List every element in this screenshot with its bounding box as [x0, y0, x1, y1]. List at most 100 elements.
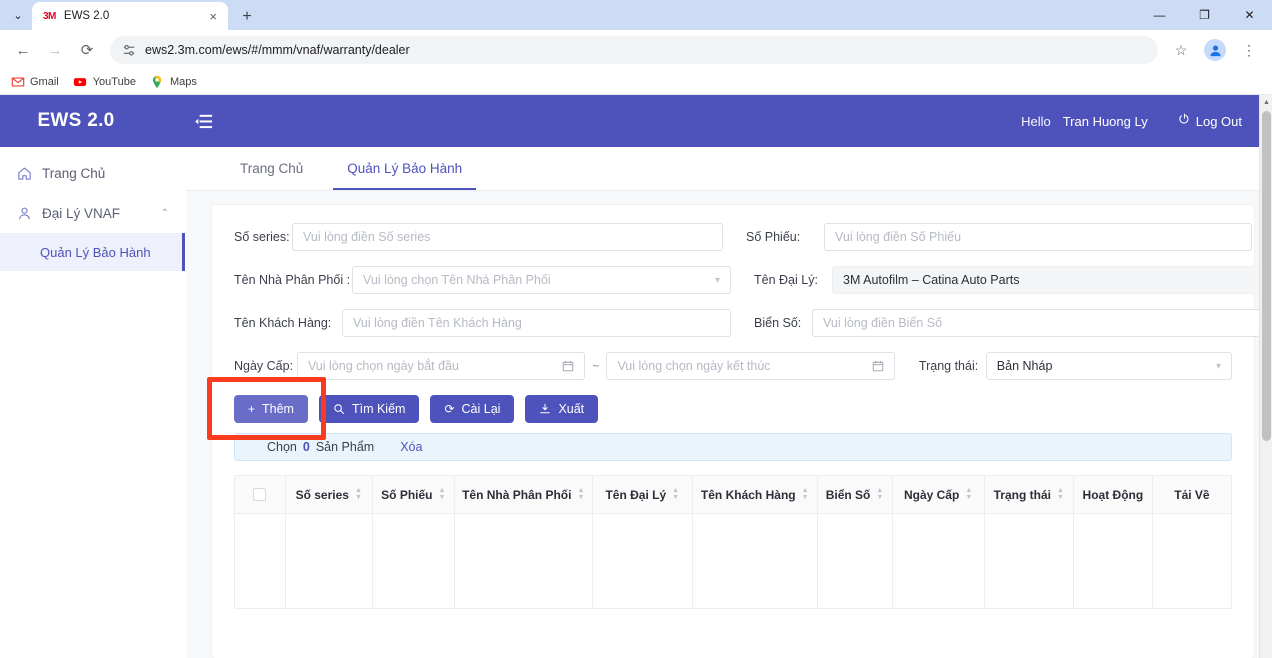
th-nha-phan-phoi[interactable]: Tên Nhà Phân Phối ▲ ▼ [453, 475, 593, 514]
empty-cell [1072, 513, 1153, 609]
sort-icon[interactable]: ▲ ▼ [577, 487, 584, 501]
th-khach-hang[interactable]: Tên Khách Hàng ▲ ▼ [691, 475, 818, 514]
khach-hang-input[interactable]: Vui lòng điền Tên Khách Hàng [342, 309, 731, 337]
minimize-icon[interactable]: — [1137, 0, 1182, 30]
logout-button[interactable]: Log Out [1178, 113, 1242, 129]
export-button[interactable]: Xuất [525, 395, 599, 423]
field-label: Tên Đại Lý: [754, 273, 818, 287]
search-panel: Số series: Vui lòng điền Số series Số Ph… [207, 205, 1260, 658]
tab-search-icon[interactable]: ⌄ [4, 0, 32, 30]
column-label: Hoạt Động [1082, 487, 1144, 502]
placeholder: Vui lòng điền Số series [303, 230, 431, 244]
field-label: Số Phiếu: [746, 230, 801, 244]
table-body [234, 513, 1233, 609]
scroll-up-icon[interactable]: ▲ [1260, 95, 1272, 109]
column-label: Ngày Cấp [903, 487, 960, 502]
nha-phan-phoi-select[interactable]: Vui lòng chọn Tên Nhà Phân Phối ▾ [352, 266, 731, 294]
search-button[interactable]: Tìm Kiếm [318, 395, 420, 423]
sidebar-item-trang-chu[interactable]: Trang Chủ [0, 153, 185, 193]
empty-cell [234, 513, 286, 609]
th-so-series[interactable]: Số series ▲ ▼ [284, 475, 373, 514]
reload-icon[interactable]: ⟳ [72, 35, 102, 65]
sidebar-item-dai-ly-vnaf[interactable]: Đại Lý VNAF ⌃ [0, 193, 185, 233]
ngay-cap-end-input[interactable]: Vui lòng chọn ngày kết thúc [606, 352, 895, 380]
new-tab-icon[interactable]: + [234, 4, 260, 30]
sidebar-collapse-icon[interactable] [186, 104, 220, 138]
window-controls: — ❐ ✕ [1137, 0, 1272, 30]
tab-favicon-3m: 3M [43, 10, 56, 22]
th-select-all[interactable] [234, 475, 286, 514]
back-icon[interactable]: ← [8, 35, 38, 65]
sort-icon[interactable]: ▲ ▼ [1057, 487, 1064, 501]
reset-button[interactable]: ⟳ Cài Lại [430, 395, 515, 423]
chevron-down-icon: ▾ [1215, 360, 1221, 372]
add-button[interactable]: + Thêm [234, 395, 308, 423]
dai-ly-text: 3M Autofilm – Catina Auto Parts [843, 273, 1020, 287]
field-khach-hang: Tên Khách Hàng: Vui lòng điền Tên Khách … [234, 309, 731, 337]
bookmark-label: YouTube [92, 76, 136, 88]
address-bar[interactable]: ews2.3m.com/ews/#/mmm/vnaf/warranty/deal… [110, 36, 1158, 64]
site-settings-icon[interactable] [122, 43, 137, 58]
chevron-down-icon: ▾ [714, 274, 720, 286]
bookmark-gmail[interactable]: Gmail [10, 75, 59, 90]
delete-selection-link[interactable]: Xóa [400, 440, 422, 454]
forward-icon[interactable]: → [40, 35, 70, 65]
th-trang-thai[interactable]: Trạng thái ▲ ▼ [983, 475, 1074, 514]
sort-icon[interactable]: ▲ ▼ [802, 487, 809, 501]
sidebar: Trang Chủ Đại Lý VNAF ⌃ Quản Lý Bảo Hành [0, 147, 186, 658]
profile-avatar[interactable] [1204, 39, 1226, 61]
th-bien-so[interactable]: Biển Số ▲ ▼ [816, 475, 893, 514]
youtube-icon [73, 75, 88, 90]
page-scrollbar[interactable]: ▲ [1259, 95, 1272, 658]
web-page: EWS 2.0 Hello Tran Huong Ly Log Out Tran… [0, 95, 1272, 658]
bookmark-youtube[interactable]: YouTube [73, 75, 136, 90]
close-icon[interactable]: × [206, 10, 220, 23]
calendar-icon[interactable] [864, 360, 884, 372]
placeholder: Vui lòng chọn Tên Nhà Phân Phối [363, 273, 551, 287]
so-series-input[interactable]: Vui lòng điền Số series [292, 223, 723, 251]
th-ngay-cap[interactable]: Ngày Cấp ▲ ▼ [891, 475, 985, 514]
browser-tab[interactable]: 3M EWS 2.0 × [32, 2, 228, 30]
app-logo[interactable]: EWS 2.0 [0, 110, 186, 132]
column-label: Biển Số [825, 487, 871, 502]
window-close-icon[interactable]: ✕ [1227, 0, 1272, 30]
field-bien-so: Biển Số: Vui lòng điền Biển Số [754, 309, 1260, 337]
sort-icon[interactable]: ▲ ▼ [439, 487, 446, 501]
tab-quan-ly-bao-hanh[interactable]: Quản Lý Bảo Hành [325, 147, 484, 190]
ngay-cap-start-input[interactable]: Vui lòng chọn ngày bắt đầu [296, 352, 586, 380]
sidebar-item-quan-ly-bao-hanh[interactable]: Quản Lý Bảo Hành [0, 233, 185, 271]
maximize-icon[interactable]: ❐ [1182, 0, 1227, 30]
browser-menu-icon[interactable]: ⋮ [1234, 35, 1264, 65]
field-label: Tên Nhà Phân Phối : [234, 273, 351, 287]
app-body: Trang Chủ Đại Lý VNAF ⌃ Quản Lý Bảo Hành [0, 147, 1272, 658]
empty-cell [816, 513, 893, 609]
select-all-checkbox[interactable] [253, 488, 267, 501]
toolbar-right: ☆ ⋮ [1166, 35, 1264, 65]
sort-icon[interactable]: ▲ ▼ [965, 487, 972, 501]
th-so-phieu[interactable]: Số Phiếu ▲ ▼ [371, 475, 455, 514]
bookmark-maps[interactable]: Maps [150, 75, 197, 90]
sidebar-subitem-label: Quản Lý Bảo Hành [40, 244, 151, 260]
sort-icon[interactable]: ▲ ▼ [355, 487, 362, 501]
calendar-icon[interactable] [554, 360, 574, 372]
sort-icon[interactable]: ▲ ▼ [672, 487, 679, 501]
browser-tab-strip: ⌄ 3M EWS 2.0 × + — ❐ ✕ [0, 0, 1272, 30]
empty-cell [371, 513, 455, 609]
bien-so-input[interactable]: Vui lòng điền Biển Số [812, 309, 1260, 337]
user-name: Tran Huong Ly [1062, 113, 1148, 129]
bookmark-star-icon[interactable]: ☆ [1166, 35, 1196, 65]
so-phieu-input[interactable]: Vui lòng điền Số Phiếu [824, 223, 1252, 251]
chevron-up-icon[interactable]: ⌃ [161, 208, 169, 219]
th-dai-ly[interactable]: Tên Đại Lý ▲ ▼ [591, 475, 693, 514]
placeholder: Vui lòng điền Số Phiếu [835, 230, 962, 244]
selection-info-bar: Chọn 0 Sản Phẩm Xóa [234, 433, 1232, 461]
tab-trang-chu[interactable]: Trang Chủ [218, 147, 325, 190]
column-label: Trạng thái [993, 487, 1051, 502]
warranty-table: Số series ▲ ▼ Số Phiếu ▲ ▼ Tên Nhà Phân Ph… [234, 475, 1233, 609]
trang-thai-select[interactable]: Bản Nháp ▾ [985, 352, 1232, 380]
search-button-label: Tìm Kiếm [351, 402, 406, 416]
scrollbar-thumb[interactable] [1262, 111, 1271, 441]
bookmark-label: Maps [169, 76, 197, 88]
home-icon [16, 165, 32, 181]
sort-icon[interactable]: ▲ ▼ [876, 487, 883, 501]
